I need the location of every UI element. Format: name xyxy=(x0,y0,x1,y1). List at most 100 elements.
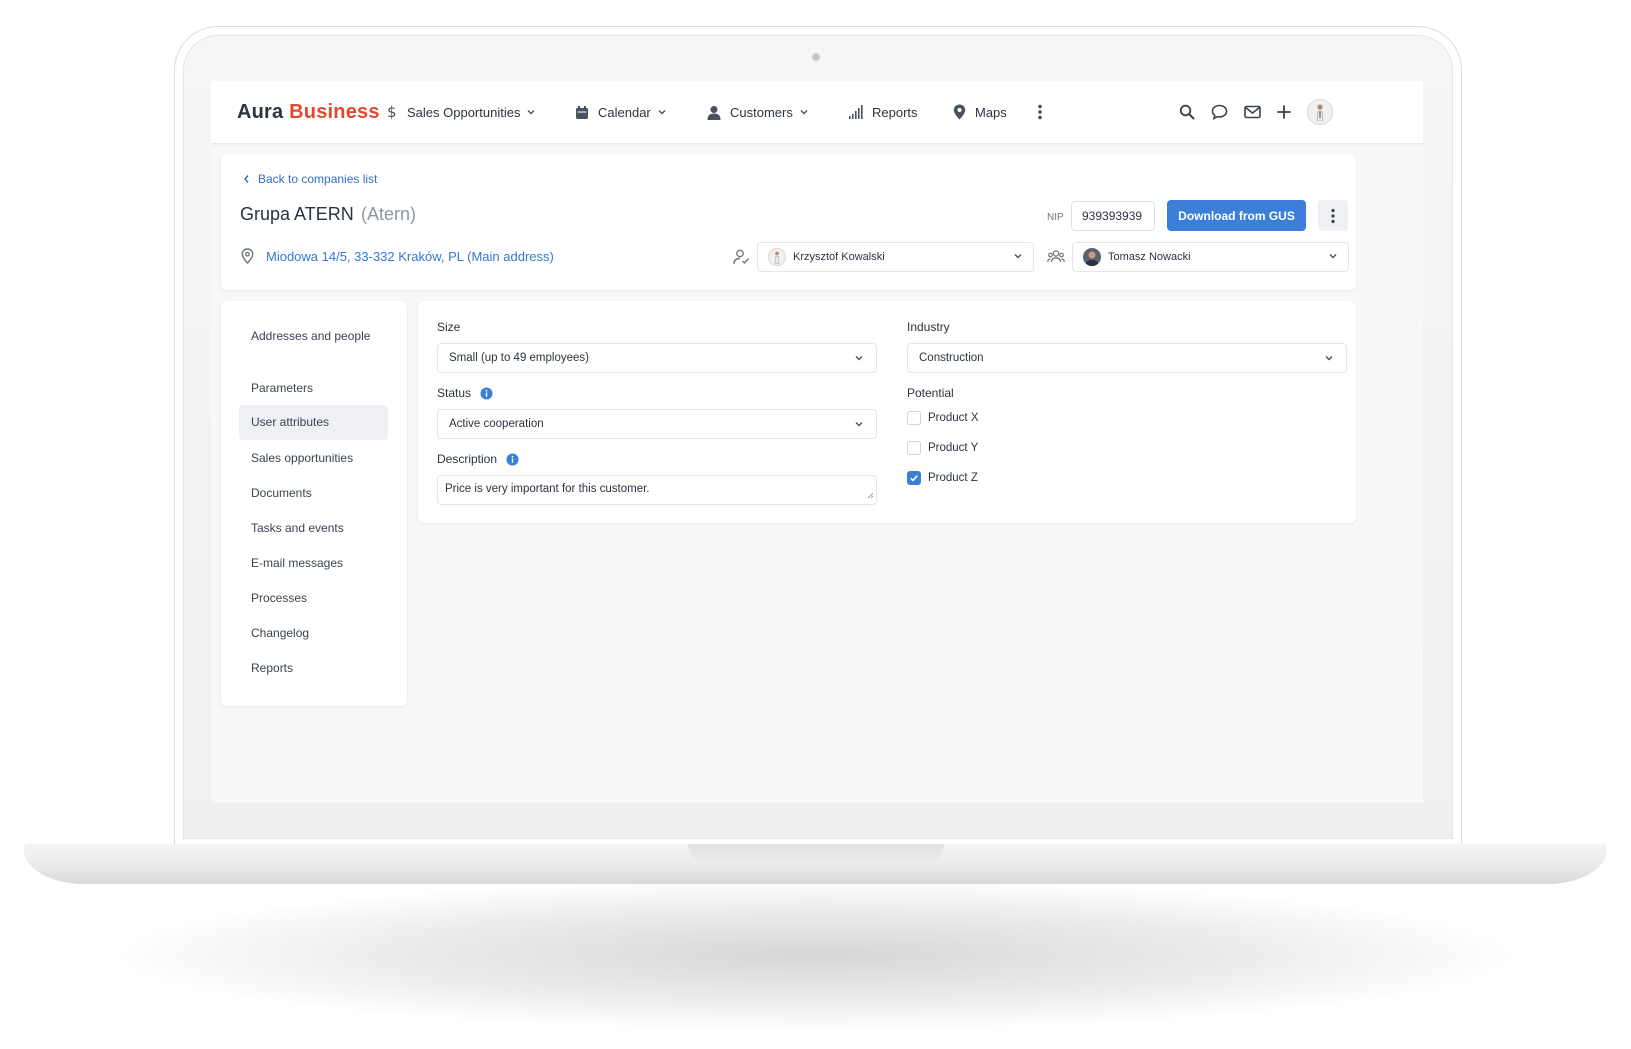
laptop-shadow xyxy=(120,880,1510,1030)
app-logo[interactable]: Aura Business xyxy=(237,101,380,124)
map-pin-outline-icon xyxy=(241,248,254,264)
option-label: Product Z xyxy=(928,472,978,484)
sidebar-menu: Addresses and people Parameters User att… xyxy=(221,301,407,706)
chevron-down-icon xyxy=(657,107,667,117)
industry-value: Construction xyxy=(919,352,984,364)
chevron-down-icon xyxy=(1328,251,1338,264)
nav-label: Reports xyxy=(872,104,918,120)
description-label-row: Description xyxy=(437,452,519,466)
info-icon[interactable] xyxy=(506,453,519,466)
address-text: Miodowa 14/5, 33-332 Kraków, PL (Main ad… xyxy=(266,248,554,264)
sidebar-item-addresses-and-people[interactable]: Addresses and people xyxy=(239,327,388,345)
potential-option-product-z[interactable]: Product Z xyxy=(907,471,978,485)
checkbox-unchecked[interactable] xyxy=(907,441,921,455)
sidebar-item-sales-opportunities[interactable]: Sales opportunities xyxy=(239,449,388,467)
sidebar-item-email-messages[interactable]: E-mail messages xyxy=(239,554,388,572)
sidebar-item-reports[interactable]: Reports xyxy=(239,659,388,677)
team-users-icon xyxy=(1047,250,1065,263)
app-screen: Aura Business $ Sales Opportunities Cale… xyxy=(211,81,1423,803)
nav-label: Sales Opportunities xyxy=(407,104,521,120)
owner-name: Krzysztof Kowalski xyxy=(793,251,885,263)
more-vertical-icon xyxy=(1037,104,1043,120)
back-to-companies-link[interactable]: Back to companies list xyxy=(243,172,377,186)
chevron-down-icon xyxy=(526,107,536,117)
top-navigation: Aura Business $ Sales Opportunities Cale… xyxy=(211,81,1423,144)
sidebar-item-changelog[interactable]: Changelog xyxy=(239,624,388,642)
svg-text:$: $ xyxy=(387,104,397,120)
laptop-camera xyxy=(812,53,820,61)
industry-select[interactable]: Construction xyxy=(907,343,1347,373)
company-name: Grupa ATERN xyxy=(240,204,354,224)
nav-sales-opportunities[interactable]: $ Sales Opportunities xyxy=(386,81,536,143)
company-more-button[interactable] xyxy=(1318,200,1348,231)
nip-input[interactable] xyxy=(1071,201,1155,231)
status-value: Active cooperation xyxy=(449,418,544,430)
sidebar-item-parameters[interactable]: Parameters xyxy=(239,379,388,397)
checkbox-unchecked[interactable] xyxy=(907,411,921,425)
chevron-down-icon xyxy=(1013,251,1023,264)
size-value: Small (up to 49 employees) xyxy=(449,352,589,364)
nav-maps[interactable]: Maps xyxy=(953,81,1007,143)
chevron-down-icon xyxy=(799,107,809,117)
more-vertical-icon xyxy=(1331,208,1335,223)
nav-reports[interactable]: Reports xyxy=(848,81,918,143)
logo-part2: Business xyxy=(289,101,380,123)
user-icon xyxy=(707,105,721,120)
user-avatar[interactable] xyxy=(1307,99,1333,125)
user-attributes-form: Size Small (up to 49 employees) Industry… xyxy=(418,301,1356,523)
status-select[interactable]: Active cooperation xyxy=(437,409,877,439)
sidebar-item-processes[interactable]: Processes xyxy=(239,589,388,607)
company-header-card: Back to companies list Grupa ATERN (Ater… xyxy=(221,154,1356,290)
description-value: Price is very important for this custome… xyxy=(445,483,650,495)
avatar-icon xyxy=(1316,104,1324,121)
potential-option-product-y[interactable]: Product Y xyxy=(907,441,978,455)
chat-icon[interactable] xyxy=(1211,104,1228,120)
mail-icon[interactable] xyxy=(1244,105,1261,119)
nav-label: Maps xyxy=(975,104,1007,120)
sidebar-item-tasks-and-events[interactable]: Tasks and events xyxy=(239,519,388,537)
check-icon xyxy=(910,475,918,482)
size-select[interactable]: Small (up to 49 employees) xyxy=(437,343,877,373)
checkbox-checked[interactable] xyxy=(907,471,921,485)
logo-part1: Aura xyxy=(237,101,284,123)
bar-chart-icon xyxy=(848,105,863,119)
search-icon[interactable] xyxy=(1179,104,1195,120)
info-icon[interactable] xyxy=(480,387,493,400)
nav-calendar[interactable]: Calendar xyxy=(575,81,667,143)
team-member-name: Tomasz Nowacki xyxy=(1108,251,1191,263)
option-label: Product Y xyxy=(928,442,979,454)
potential-label: Potential xyxy=(907,386,954,400)
team-member-select[interactable]: Tomasz Nowacki xyxy=(1072,242,1349,272)
option-label: Product X xyxy=(928,412,979,424)
map-pin-icon xyxy=(953,104,966,120)
potential-option-product-x[interactable]: Product X xyxy=(907,411,979,425)
resize-grip-icon[interactable] xyxy=(867,490,874,502)
chevron-down-icon xyxy=(854,419,864,432)
status-label-row: Status xyxy=(437,386,493,400)
team-member-avatar xyxy=(1083,248,1101,266)
back-link-label: Back to companies list xyxy=(258,172,378,186)
nav-label: Customers xyxy=(730,104,793,120)
nav-right-actions xyxy=(1163,81,1333,143)
owner-select[interactable]: Krzysztof Kowalski xyxy=(757,242,1034,272)
nip-label: NIP xyxy=(1047,212,1064,223)
chevron-left-icon xyxy=(243,174,250,184)
owner-user-icon xyxy=(733,249,750,265)
nav-label: Calendar xyxy=(598,104,651,120)
nav-more-button[interactable] xyxy=(1037,81,1043,143)
plus-icon[interactable] xyxy=(1277,105,1291,119)
industry-label: Industry xyxy=(907,320,950,334)
description-textarea[interactable]: Price is very important for this custome… xyxy=(437,475,877,505)
dollar-icon: $ xyxy=(386,104,398,120)
company-alias: (Atern) xyxy=(361,204,417,224)
sidebar-item-user-attributes[interactable]: User attributes xyxy=(239,405,388,440)
chevron-down-icon xyxy=(1324,353,1334,366)
download-from-gus-button[interactable]: Download from GUS xyxy=(1167,200,1306,231)
chevron-down-icon xyxy=(854,353,864,366)
nav-customers[interactable]: Customers xyxy=(707,81,809,143)
calendar-icon xyxy=(575,105,589,120)
sidebar-item-documents[interactable]: Documents xyxy=(239,484,388,502)
laptop-base-notch xyxy=(688,844,944,864)
status-label: Status xyxy=(437,386,472,400)
company-address-link[interactable]: Miodowa 14/5, 33-332 Kraków, PL (Main ad… xyxy=(241,248,554,264)
